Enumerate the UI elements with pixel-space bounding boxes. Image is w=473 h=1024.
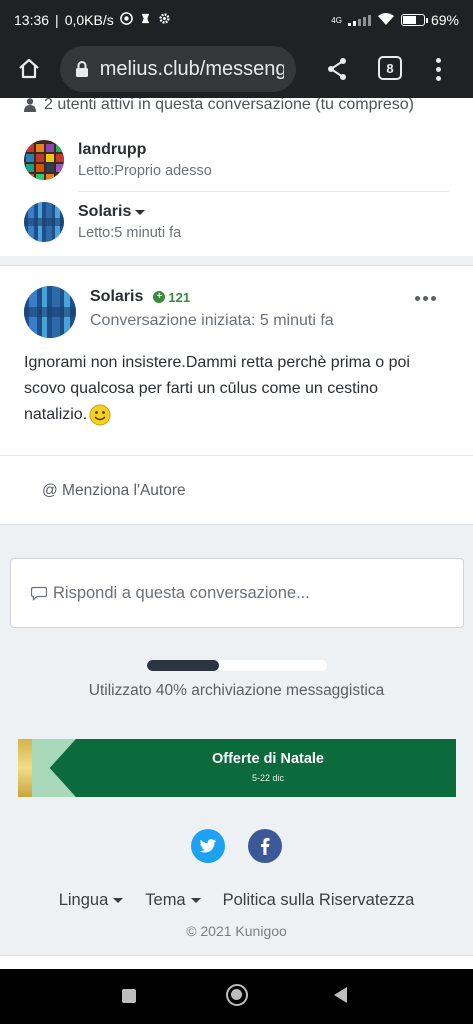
home-button[interactable]	[12, 52, 46, 86]
status-speed: 0,0KB/s	[64, 12, 114, 28]
recent-apps-button[interactable]	[122, 989, 136, 1003]
url-text: melius.club/messeng	[99, 57, 284, 80]
reply-placeholder: Rispondi a questa conversazione...	[53, 583, 310, 602]
participant-name[interactable]: Solaris	[78, 203, 131, 221]
browser-menu-button[interactable]	[430, 54, 446, 84]
settings-gear-icon	[158, 12, 171, 28]
participant-read-status: Letto:Proprio adesso	[78, 163, 212, 179]
signal-icon	[347, 14, 371, 26]
avatar[interactable]	[24, 202, 64, 242]
notification-icon	[139, 12, 152, 28]
participant-row[interactable]: Solaris Letto:5 minuti fa	[24, 197, 450, 247]
lock-icon	[72, 59, 92, 79]
divider	[0, 455, 473, 456]
facebook-button[interactable]	[248, 829, 282, 863]
language-selector[interactable]: Lingua	[59, 891, 124, 910]
message-body: Ignorami non insistere.Dammi retta perch…	[24, 350, 444, 428]
conversation-started: Conversazione iniziata: 5 minuti fa	[90, 312, 334, 329]
address-bar[interactable]: melius.club/messeng	[60, 46, 296, 92]
user-icon	[24, 98, 36, 112]
browser-toolbar: melius.club/messeng 8	[0, 40, 473, 98]
storage-usage-text: Utilizzato 40% archiviazione messaggisti…	[88, 682, 385, 699]
participants-panel: 2 utenti attivi in questa conversazione …	[0, 98, 473, 256]
message-card: Solaris + 121 Conversazione iniziata: 5 …	[0, 265, 473, 525]
theme-selector[interactable]: Tema	[145, 891, 201, 910]
share-icon	[328, 58, 346, 80]
status-time: 13:36	[14, 12, 50, 28]
footer-links: Lingua Tema Politica sulla Riservatezza	[0, 891, 473, 910]
page-bottom-edge	[0, 955, 473, 969]
divider	[78, 191, 449, 192]
caret-down-icon[interactable]	[135, 209, 146, 215]
reply-input[interactable]: Rispondi a questa conversazione...	[10, 558, 464, 628]
participant-row[interactable]: landrupp Letto:Proprio adesso	[24, 135, 450, 185]
ad-subtitle: 5-22 dic	[251, 773, 285, 783]
participant-read-status: Letto:5 minuti fa	[78, 225, 182, 241]
active-users-text: 2 utenti attivi in questa conversazione …	[44, 98, 414, 113]
comment-icon	[31, 586, 47, 601]
privacy-policy-link[interactable]: Politica sulla Riservatezza	[223, 891, 415, 910]
author-name[interactable]: Solaris	[90, 288, 143, 306]
battery-percent: 69%	[430, 12, 459, 28]
storage-progress-bar	[147, 660, 327, 671]
avatar[interactable]	[24, 140, 64, 180]
participant-name[interactable]: landrupp	[78, 141, 212, 159]
copyright: © 2021 Kunigoo	[186, 923, 287, 939]
share-button[interactable]	[322, 52, 352, 86]
caret-down-icon	[190, 898, 201, 903]
tab-switcher-button[interactable]: 8	[378, 56, 402, 80]
twitter-button[interactable]	[191, 829, 225, 863]
system-nav-bar	[0, 969, 473, 1024]
mention-author-button[interactable]: @ Menziona l'Autore	[42, 482, 186, 500]
back-button[interactable]	[334, 987, 347, 1003]
status-bar: 13:36 | 0,0KB/s 4G 69%	[0, 0, 473, 40]
ad-title: Offerte di Natale	[212, 751, 324, 767]
caret-down-icon	[113, 898, 124, 903]
more-options-button[interactable]	[415, 296, 436, 301]
home-icon	[19, 58, 39, 79]
author-avatar[interactable]	[24, 286, 76, 338]
storage-progress-fill	[147, 660, 219, 671]
wifi-icon	[377, 12, 395, 29]
advertisement-banner[interactable]: Offerte di Natale 5-22 dic	[18, 739, 456, 797]
smiley-emoji-icon	[89, 404, 111, 426]
twitter-icon	[199, 838, 217, 852]
network-type: 4G	[331, 15, 342, 25]
home-nav-button[interactable]	[226, 984, 248, 1006]
reputation-badge: + 121	[153, 290, 190, 305]
facebook-icon	[261, 837, 270, 855]
plus-circle-icon: +	[153, 291, 166, 303]
battery-icon	[400, 14, 428, 26]
chrome-icon	[119, 12, 133, 28]
